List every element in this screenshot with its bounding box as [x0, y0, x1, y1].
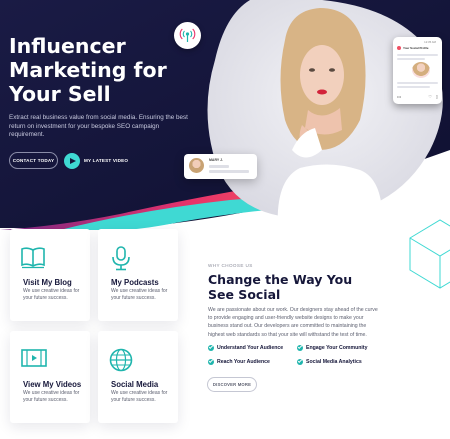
discover-more-button[interactable]: DISCOVER MORE [207, 377, 257, 392]
feature-card-podcasts[interactable]: My Podcasts We use creative ideas for yo… [98, 229, 178, 321]
name-card-line [209, 170, 249, 173]
heart-icon: ♡ [428, 94, 432, 99]
check-item-label: Social Media Analytics [306, 359, 362, 365]
video-icon [21, 349, 47, 367]
feature-text: We use creative ideas for your future su… [23, 288, 80, 301]
hero-subtitle: Extract real business value from social … [9, 114, 188, 139]
check-item-label: Reach Your Audience [217, 359, 270, 365]
check-icon [208, 344, 214, 351]
influencer-name: MARY J. [209, 158, 224, 162]
name-card-line [209, 165, 229, 168]
feature-card-social[interactable]: Social Media We use creative ideas for y… [98, 331, 178, 423]
profile-card-line [397, 54, 438, 56]
contact-today-button[interactable]: CONTACT TODAY [9, 152, 58, 169]
feature-text: We use creative ideas for your future su… [111, 390, 168, 403]
profile-card-line [397, 82, 438, 84]
section-text: We are passionate about our work. Our de… [208, 307, 378, 338]
check-item-label: Engage Your Community [306, 345, 368, 351]
profile-card-dot [397, 46, 401, 50]
profile-card-title: Your Social Profile [403, 46, 429, 50]
section-title: Change the Way You See Social [208, 272, 353, 302]
profile-card-time: 12:35 AM [424, 40, 436, 44]
profile-card-line [397, 58, 425, 60]
check-item: Social Media Analytics [297, 358, 362, 365]
section-kicker: WHY CHOOSE US [208, 263, 253, 268]
check-item: Engage Your Community [297, 344, 368, 351]
play-video-button[interactable] [64, 153, 80, 169]
profile-card-photo [412, 62, 430, 78]
bookmark-icon: ▯ [435, 94, 438, 99]
globe-icon [109, 348, 133, 372]
broadcast-icon [174, 22, 201, 49]
check-icon [297, 358, 303, 365]
check-icon [297, 344, 303, 351]
profile-card-actions: ••• ♡ ▯ [397, 94, 438, 100]
feature-card-blog[interactable]: Visit My Blog We use creative ideas for … [10, 229, 90, 321]
microphone-icon [112, 246, 130, 271]
social-profile-card: 12:35 AM Your Social Profile ••• ♡ ▯ [393, 37, 442, 104]
feature-text: We use creative ideas for your future su… [111, 288, 168, 301]
influencer-name-card: MARY J. [184, 154, 257, 179]
feature-title: My Podcasts [111, 278, 159, 287]
hero-section: Influencer Marketing for Your Sell Extra… [0, 0, 450, 230]
feature-text: We use creative ideas for your future su… [23, 390, 80, 403]
cube-decoration [409, 219, 450, 289]
more-icon: ••• [397, 94, 402, 99]
feature-title: Social Media [111, 380, 159, 389]
latest-video-link[interactable]: MY LATEST VIDEO [84, 158, 128, 163]
feature-card-videos[interactable]: View My Videos We use creative ideas for… [10, 331, 90, 423]
profile-card-line [397, 86, 430, 88]
check-item: Understand Your Audience [208, 344, 284, 351]
check-item-label: Understand Your Audience [217, 345, 284, 351]
check-item: Reach Your Audience [208, 358, 270, 365]
book-icon [21, 247, 45, 269]
feature-title: View My Videos [23, 380, 82, 389]
avatar [189, 158, 204, 173]
feature-title: Visit My Blog [23, 278, 72, 287]
check-icon [208, 358, 214, 365]
